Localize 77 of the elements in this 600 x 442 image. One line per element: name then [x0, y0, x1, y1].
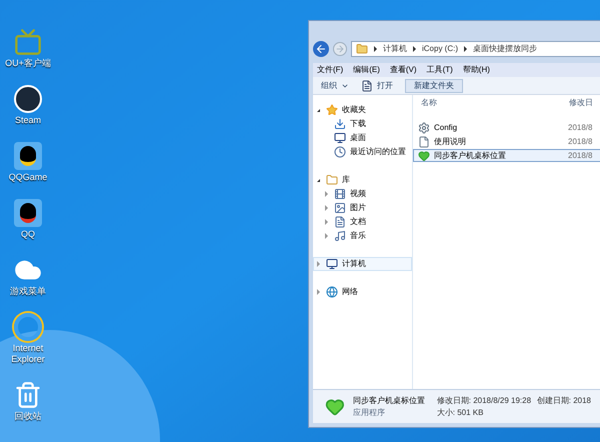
- computer-icon: [326, 258, 338, 270]
- star-icon: [326, 104, 338, 116]
- collapsed-arrow-icon[interactable]: [316, 289, 320, 295]
- detail-name: 同步客户机桌标位置: [352, 394, 426, 406]
- nav-item[interactable]: 图片: [313, 201, 412, 215]
- back-button[interactable]: [313, 41, 329, 57]
- expanded-arrow-icon[interactable]: [316, 108, 320, 112]
- menu-item[interactable]: 查看(V): [390, 64, 417, 76]
- address-bar[interactable]: 计算机 iCopy (C:) 桌面快捷摆放同步: [351, 41, 600, 57]
- collapsed-arrow-icon[interactable]: [324, 219, 328, 225]
- file-date: 2018/8: [568, 150, 592, 162]
- breadcrumb-arrow-icon: [464, 46, 468, 52]
- breadcrumb[interactable]: 计算机: [383, 43, 407, 55]
- file-row[interactable]: 使用说明 2018/8: [413, 135, 600, 148]
- download-icon: [334, 118, 346, 130]
- music-icon: [334, 230, 346, 242]
- file-row[interactable]: 同步客户机桌标位置 2018/8: [413, 149, 600, 162]
- toolbar-button[interactable]: 打开: [361, 80, 393, 92]
- nav-item[interactable]: 下载: [313, 117, 412, 131]
- trash-icon: [14, 381, 42, 409]
- nav-item[interactable]: 音乐: [313, 229, 412, 243]
- file-date: 2018/8: [568, 136, 592, 148]
- menu-item[interactable]: 帮助(H): [462, 64, 490, 76]
- file-name: Config: [434, 122, 458, 134]
- open-icon: [361, 80, 373, 92]
- picture-icon: [334, 202, 346, 214]
- breadcrumb-arrow-icon: [413, 46, 416, 52]
- desktop-icon-label[interactable]: QQGame: [8, 172, 48, 183]
- detail-field: 大小: 501 KB: [436, 406, 529, 418]
- forward-button[interactable]: [333, 42, 347, 56]
- nav-item[interactable]: 计算机: [313, 257, 412, 271]
- breadcrumb[interactable]: iCopy (C:): [422, 43, 458, 55]
- folder-icon: [356, 43, 368, 55]
- toolbar-button[interactable]: 组织: [321, 80, 349, 92]
- collapsed-arrow-icon[interactable]: [324, 191, 328, 197]
- nav-item[interactable]: 桌面: [313, 131, 412, 145]
- network-icon: [326, 286, 338, 298]
- nav-item[interactable]: 最近访问的位置: [313, 145, 412, 159]
- file-date: 2018/8: [568, 122, 592, 134]
- file-row[interactable]: Config 2018/8: [413, 121, 600, 134]
- document-icon: [418, 136, 430, 148]
- nav-item[interactable]: 视频: [313, 187, 412, 201]
- desktop-icon-label[interactable]: OU+客户端: [5, 58, 51, 69]
- tv-icon: [14, 28, 42, 56]
- desktop-icon-label[interactable]: Steam: [14, 115, 41, 126]
- desktop-icon-label[interactable]: QQ: [20, 229, 35, 240]
- menu-item[interactable]: 编辑(E): [353, 64, 380, 76]
- breadcrumb[interactable]: 桌面快捷摆放同步: [473, 43, 538, 55]
- heart-icon: [418, 150, 430, 162]
- file-name: 使用说明: [434, 136, 466, 148]
- toolbar-button[interactable]: 新建文件夹: [405, 78, 463, 92]
- gear-file-icon: [418, 122, 430, 134]
- nav-item[interactable]: 收藏夹: [313, 103, 412, 117]
- detail-field: 创建日期: 2018: [536, 395, 591, 407]
- forward-arrow-icon: [335, 44, 345, 54]
- video-icon: [334, 188, 346, 200]
- breadcrumb-arrow-icon: [374, 46, 377, 52]
- menu-item[interactable]: 工具(T): [426, 64, 453, 76]
- desktop-icon-label[interactable]: 游戏菜单: [10, 286, 46, 297]
- back-arrow-icon: [315, 43, 327, 55]
- column-header[interactable]: 修改日: [569, 97, 593, 109]
- detail-type: 应用程序: [352, 406, 386, 418]
- file-name: 同步客户机桌标位置: [434, 150, 506, 162]
- nav-item[interactable]: 网络: [313, 285, 412, 299]
- collapsed-arrow-icon[interactable]: [324, 233, 328, 239]
- doc-icon: [334, 216, 346, 228]
- collapsed-arrow-icon[interactable]: [316, 261, 320, 267]
- nav-item[interactable]: 库: [313, 173, 412, 187]
- collapsed-arrow-icon[interactable]: [324, 205, 328, 211]
- expanded-arrow-icon[interactable]: [316, 178, 320, 182]
- recent-icon: [334, 146, 346, 158]
- detail-field: 修改日期: 2018/8/29 19:28: [436, 394, 529, 406]
- column-header[interactable]: 名称: [421, 97, 569, 109]
- desktop-icon: [334, 132, 346, 144]
- library-icon: [326, 174, 338, 186]
- nav-item[interactable]: 文档: [313, 215, 412, 229]
- menu-item[interactable]: 文件(F): [317, 64, 344, 76]
